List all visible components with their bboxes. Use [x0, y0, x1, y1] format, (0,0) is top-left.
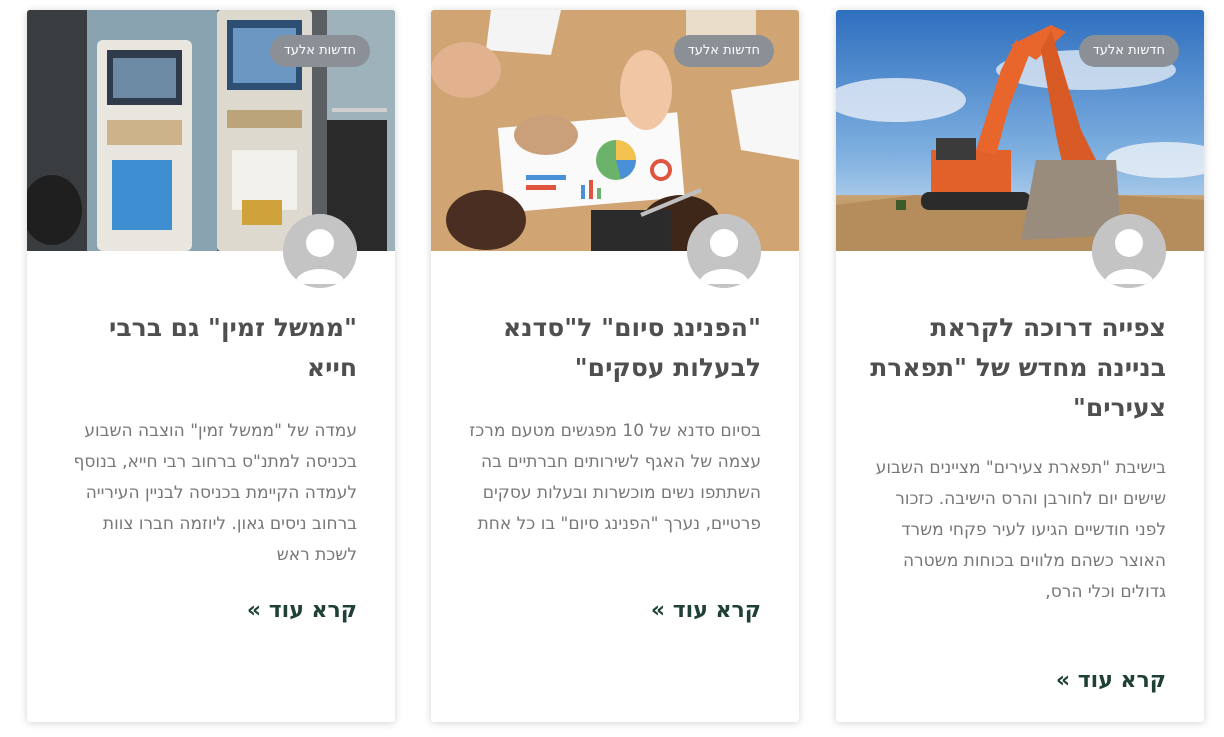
post-title[interactable]: צפייה דרוכה לקראת בניינה מחדש של "תפארת … — [866, 308, 1166, 428]
user-icon — [1092, 214, 1166, 288]
post-thumbnail[interactable]: חדשות אלעד — [27, 10, 395, 251]
post-excerpt: בסיום סדנא של 10 מפגשים מטעם מרכז עצמה ש… — [469, 421, 761, 534]
post-excerpt: בישיבת "תפארת צעירים" מציינים השבוע שישי… — [875, 458, 1166, 602]
category-badge[interactable]: חדשות אלעד — [269, 35, 370, 67]
post-thumbnail[interactable]: חדשות אלעד — [431, 10, 799, 251]
category-badge[interactable]: חדשות אלעד — [673, 35, 774, 67]
post-thumbnail[interactable]: חדשות אלעד — [836, 10, 1204, 251]
post-excerpt: עמדה של "ממשל זמין" הוצבה השבוע בכניסה ל… — [73, 421, 358, 565]
read-more-link[interactable]: קרא עוד » — [1056, 668, 1166, 693]
post-title[interactable]: "ממשל זמין" גם ברבי חייא — [57, 308, 357, 388]
post-card: חדשות אלעד "הפנינג סיום" ל"סדנא לבעלות ע… — [431, 10, 799, 722]
category-badge[interactable]: חדשות אלעד — [1078, 35, 1179, 67]
author-avatar — [1092, 214, 1166, 288]
post-card: חדשות אלעד "ממשל זמין" גם ברבי חייא עמדה… — [27, 10, 395, 722]
user-icon — [283, 214, 357, 288]
user-icon — [687, 214, 761, 288]
author-avatar — [687, 214, 761, 288]
author-avatar — [283, 214, 357, 288]
post-card: חדשות אלעד צפייה דרוכה לקראת בניינה מחדש… — [836, 10, 1204, 722]
post-title[interactable]: "הפנינג סיום" ל"סדנא לבעלות עסקים" — [461, 308, 761, 388]
read-more-link[interactable]: קרא עוד » — [651, 598, 761, 623]
read-more-link[interactable]: קרא עוד » — [247, 598, 357, 623]
posts-grid: חדשות אלעד צפייה דרוכה לקראת בניינה מחדש… — [0, 0, 1224, 737]
